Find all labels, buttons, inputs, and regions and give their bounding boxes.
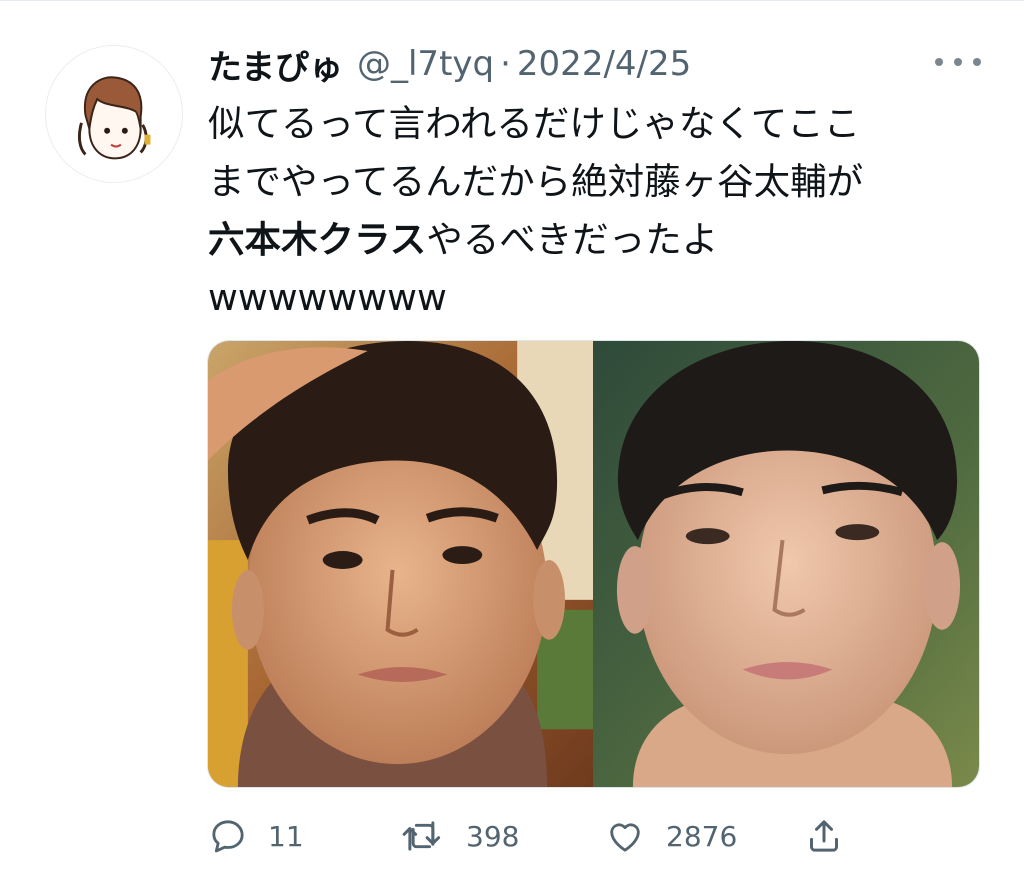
reply-button[interactable]: 11 <box>208 809 304 863</box>
retweet-count: 398 <box>466 819 520 853</box>
avatar[interactable] <box>45 45 183 183</box>
heart-icon <box>610 823 640 852</box>
hashtag-bold-text: 六本木クラス <box>208 218 427 261</box>
photo-right[interactable] <box>593 341 979 787</box>
like-button[interactable]: 2876 <box>604 809 737 863</box>
user-handle[interactable]: @_l7tyq <box>357 44 494 84</box>
tweet-text: 似てるって言われるだけじゃなくてここ までやってるんだから絶対藤ヶ谷太輔が 六本… <box>208 95 978 327</box>
tweet-text-line: wwwwwwww <box>208 276 447 319</box>
like-count: 2876 <box>666 819 738 853</box>
tweet-date[interactable]: 2022/4/25 <box>517 44 691 84</box>
tweet-media[interactable] <box>207 340 980 788</box>
photo-right-image <box>593 341 979 787</box>
photo-left[interactable] <box>208 341 593 787</box>
retweet-icon <box>402 821 441 851</box>
display-name[interactable]: たまぴゅ <box>208 40 343 89</box>
tweet-text-line: 六本木クラスやるべきだったよ <box>208 211 978 269</box>
tweet-text-line: までやってるんだから絶対藤ヶ谷太輔が <box>208 160 864 203</box>
avatar-illustration <box>46 46 182 182</box>
dot <box>973 58 981 66</box>
tweet-text-line: 似てるって言われるだけじゃなくてここ <box>208 102 861 145</box>
retweet-button[interactable]: 398 <box>400 809 519 863</box>
dot <box>935 58 943 66</box>
reply-icon <box>212 820 244 853</box>
share-icon <box>810 820 838 852</box>
tweet-header: たまぴゅ @_l7tyq · 2022/4/25 <box>208 39 691 89</box>
photo-left-image <box>208 341 593 787</box>
share-button[interactable] <box>804 809 844 863</box>
tweet-actions: 11 398 2876 <box>208 809 858 863</box>
tweet[interactable]: たまぴゅ @_l7tyq · 2022/4/25 似てるって言われるだけじゃなく… <box>0 0 1024 893</box>
more-dots-icon[interactable] <box>935 47 981 77</box>
tweet-text-segment: やるべきだったよ <box>426 218 719 261</box>
separator-dot: · <box>500 44 511 84</box>
dot <box>954 58 962 66</box>
reply-count: 11 <box>268 819 304 853</box>
